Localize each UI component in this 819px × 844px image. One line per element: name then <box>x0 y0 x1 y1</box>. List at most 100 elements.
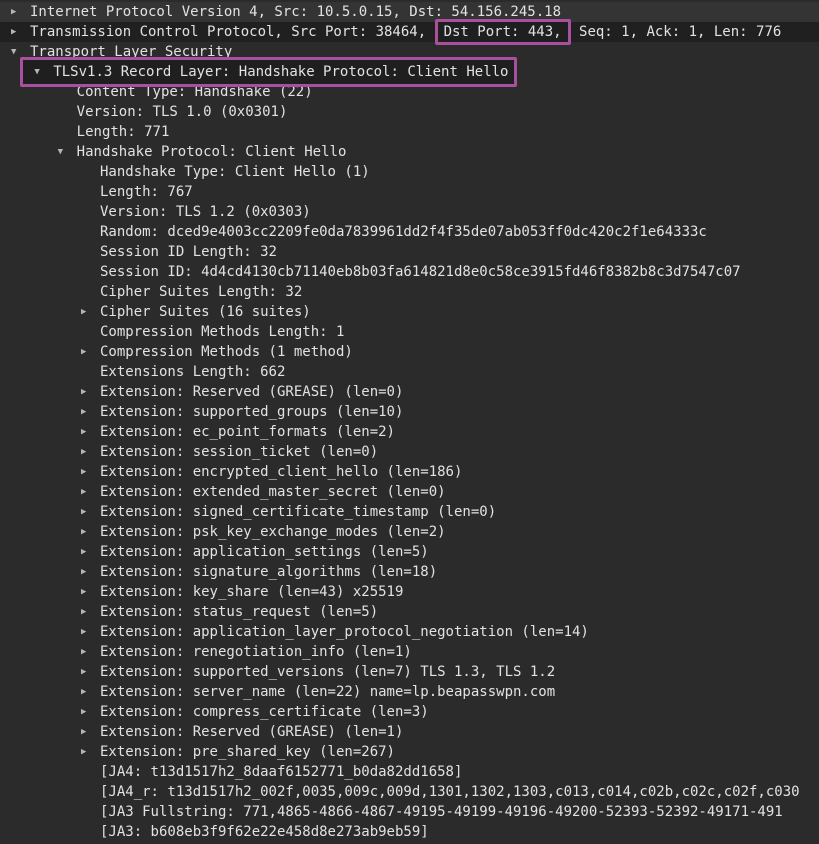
expand-arrow-icon[interactable]: ▶ <box>80 582 100 602</box>
packet-tree-row[interactable]: ▶Extension: encrypted_client_hello (len=… <box>0 462 819 482</box>
expand-arrow-icon[interactable]: ▶ <box>80 462 100 482</box>
expand-arrow-icon[interactable]: ▶ <box>80 522 100 542</box>
packet-tree-row[interactable]: Length: 771 <box>0 122 819 142</box>
expand-arrow-icon[interactable]: ▶ <box>80 642 100 662</box>
expand-arrow-icon[interactable]: ▶ <box>80 602 100 622</box>
tree-row-label: Length: 767 <box>100 184 193 200</box>
arrow-placeholder <box>80 802 100 822</box>
packet-tree-row[interactable]: ▶Extension: renegotiation_info (len=1) <box>0 642 819 662</box>
indent-spacer <box>0 472 80 473</box>
tree-row-label: Extension: server_name (len=22) name=lp.… <box>100 684 555 700</box>
indent-spacer <box>0 592 80 593</box>
indent-spacer <box>0 652 80 653</box>
indent-spacer <box>0 172 80 173</box>
packet-tree-row[interactable]: ▶Extension: supported_versions (len=7) T… <box>0 662 819 682</box>
expand-arrow-icon[interactable]: ▶ <box>80 422 100 442</box>
packet-tree-row[interactable]: [JA4: t13d1517h2_8daaf6152771_b0da82dd16… <box>0 762 819 782</box>
expand-arrow-icon[interactable]: ▶ <box>80 382 100 402</box>
packet-tree-row[interactable]: ▶Extension: Reserved (GREASE) (len=0) <box>0 382 819 402</box>
indent-spacer <box>0 292 80 293</box>
packet-tree-row[interactable]: ▶Extension: extended_master_secret (len=… <box>0 482 819 502</box>
tree-row-label: Extension: Reserved (GREASE) (len=1) <box>100 724 403 740</box>
packet-tree-row[interactable]: ▶Extension: supported_groups (len=10) <box>0 402 819 422</box>
tree-row-label: [JA4: t13d1517h2_8daaf6152771_b0da82dd16… <box>100 764 462 780</box>
expand-arrow-icon[interactable]: ▶ <box>80 702 100 722</box>
arrow-placeholder <box>80 782 100 802</box>
indent-spacer <box>0 692 80 693</box>
collapse-arrow-icon[interactable]: ▼ <box>33 62 53 82</box>
tree-row-label: Handshake Protocol: Client Hello <box>77 144 347 160</box>
tree-row-label: Extension: pre_shared_key (len=267) <box>100 744 395 760</box>
collapse-arrow-icon[interactable]: ▼ <box>57 142 77 162</box>
tree-row-label: Handshake Type: Client Hello (1) <box>100 164 370 180</box>
packet-tree-row[interactable]: ▶Extension: signature_algorithms (len=18… <box>0 562 819 582</box>
tree-row-label: Internet Protocol Version 4, Src: 10.5.0… <box>30 4 561 20</box>
expand-arrow-icon[interactable]: ▶ <box>80 482 100 502</box>
packet-tree-row[interactable]: ▶Extension: signed_certificate_timestamp… <box>0 502 819 522</box>
indent-spacer <box>0 32 10 33</box>
packet-tree-row[interactable]: ▶Extension: application_layer_protocol_n… <box>0 622 819 642</box>
indent-spacer <box>0 52 10 53</box>
expand-arrow-icon[interactable]: ▶ <box>80 342 100 362</box>
indent-spacer <box>0 252 80 253</box>
packet-tree-row[interactable]: Length: 767 <box>0 182 819 202</box>
expand-arrow-icon[interactable]: ▶ <box>80 742 100 762</box>
packet-tree-row[interactable]: ▶Extension: pre_shared_key (len=267) <box>0 742 819 762</box>
tree-row-label: TLSv1.3 Record Layer: Handshake Protocol… <box>53 64 508 80</box>
expand-arrow-icon[interactable]: ▶ <box>80 542 100 562</box>
expand-arrow-icon[interactable]: ▶ <box>80 662 100 682</box>
packet-tree-row[interactable]: ▶Extension: status_request (len=5) <box>0 602 819 622</box>
packet-tree-row[interactable]: Version: TLS 1.2 (0x0303) <box>0 202 819 222</box>
packet-tree-row[interactable]: ▶Extension: psk_key_exchange_modes (len=… <box>0 522 819 542</box>
tree-row-label: Random: dced9e4003cc2209fe0da7839961dd2f… <box>100 224 707 240</box>
expand-arrow-icon[interactable]: ▶ <box>80 682 100 702</box>
arrow-placeholder <box>80 182 100 202</box>
packet-tree-row[interactable]: [JA3: b608eb3f9f62e22e458d8e273ab9eb59] <box>0 822 819 842</box>
packet-tree-row[interactable]: ▶Extension: Reserved (GREASE) (len=1) <box>0 722 819 742</box>
packet-tree-row[interactable]: Compression Methods Length: 1 <box>0 322 819 342</box>
tree-row-label: Extension: encrypted_client_hello (len=1… <box>100 464 462 480</box>
packet-tree-row[interactable]: ▶Compression Methods (1 method) <box>0 342 819 362</box>
expand-arrow-icon[interactable]: ▶ <box>80 622 100 642</box>
expand-arrow-icon[interactable]: ▶ <box>10 2 30 22</box>
packet-tree-row[interactable]: Handshake Type: Client Hello (1) <box>0 162 819 182</box>
indent-spacer <box>0 512 80 513</box>
packet-tree-row[interactable]: ▶Cipher Suites (16 suites) <box>0 302 819 322</box>
tree-row-label: Extension: application_settings (len=5) <box>100 544 429 560</box>
packet-tree-row[interactable]: Extensions Length: 662 <box>0 362 819 382</box>
packet-tree-row[interactable]: ▼Handshake Protocol: Client Hello <box>0 142 819 162</box>
tree-row-label: Cipher Suites (16 suites) <box>100 304 311 320</box>
indent-spacer <box>0 672 80 673</box>
arrow-placeholder <box>80 322 100 342</box>
expand-arrow-icon[interactable]: ▶ <box>80 442 100 462</box>
packet-tree-row[interactable]: ▶Transmission Control Protocol, Src Port… <box>0 22 819 42</box>
packet-tree-row[interactable]: ▶Extension: key_share (len=43) x25519 <box>0 582 819 602</box>
packet-tree-row[interactable]: ▶Internet Protocol Version 4, Src: 10.5.… <box>0 2 819 22</box>
indent-spacer <box>0 12 10 13</box>
expand-arrow-icon[interactable]: ▶ <box>80 562 100 582</box>
expand-arrow-icon[interactable]: ▶ <box>80 722 100 742</box>
indent-spacer <box>0 92 57 93</box>
packet-tree-row[interactable]: Session ID: 4d4cd4130cb71140eb8b03fa6148… <box>0 262 819 282</box>
indent-spacer <box>0 192 80 193</box>
indent-spacer <box>0 752 80 753</box>
expand-arrow-icon[interactable]: ▶ <box>80 402 100 422</box>
packet-tree-row[interactable]: [JA4_r: t13d1517h2_002f,0035,009c,009d,1… <box>0 782 819 802</box>
indent-spacer <box>0 312 80 313</box>
packet-tree-row[interactable]: ▶Extension: ec_point_formats (len=2) <box>0 422 819 442</box>
packet-tree-row[interactable]: [JA3 Fullstring: 771,4865-4866-4867-4919… <box>0 802 819 822</box>
indent-spacer <box>0 212 80 213</box>
packet-tree-row[interactable]: Session ID Length: 32 <box>0 242 819 262</box>
packet-tree-row[interactable]: ▼TLSv1.3 Record Layer: Handshake Protoco… <box>0 62 819 82</box>
packet-tree-row[interactable]: ▶Extension: server_name (len=22) name=lp… <box>0 682 819 702</box>
expand-arrow-icon[interactable]: ▶ <box>80 302 100 322</box>
expand-arrow-icon[interactable]: ▶ <box>80 502 100 522</box>
packet-tree-row[interactable]: ▶Extension: session_ticket (len=0) <box>0 442 819 462</box>
expand-arrow-icon[interactable]: ▶ <box>10 22 30 42</box>
packet-tree-row[interactable]: Cipher Suites Length: 32 <box>0 282 819 302</box>
packet-tree-row[interactable]: ▶Extension: application_settings (len=5) <box>0 542 819 562</box>
tree-row-label: [JA3: b608eb3f9f62e22e458d8e273ab9eb59] <box>100 824 429 840</box>
packet-tree-row[interactable]: ▶Extension: compress_certificate (len=3) <box>0 702 819 722</box>
packet-tree-row[interactable]: Random: dced9e4003cc2209fe0da7839961dd2f… <box>0 222 819 242</box>
packet-tree-row[interactable]: Version: TLS 1.0 (0x0301) <box>0 102 819 122</box>
